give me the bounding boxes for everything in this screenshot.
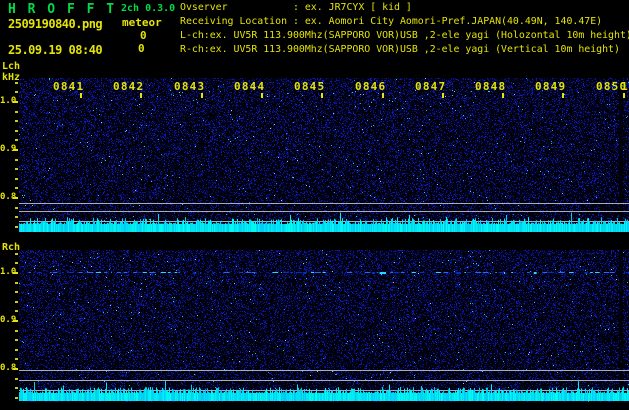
output-filename: 2509190840.png [8,17,102,31]
ytick-minor [15,178,18,180]
rch-rig-line: R-ch:ex. UV5R 113.900Mhz(SAPPORO VOR)USB… [180,44,620,55]
ytick-minor [15,378,18,380]
ytick-minor [15,330,18,332]
time-tick [382,93,384,98]
lch-rig-line: L-ch:ex. UV5R 113.900Mhz(SAPPORO VOR)USB… [180,30,629,41]
mode-label: meteor [122,16,162,29]
time-label: 0849 [535,80,566,93]
ytick-minor [15,397,18,399]
ytick-minor [15,159,18,161]
ytick-minor [15,187,18,189]
time-tick [140,93,142,98]
ytick-major [13,272,18,274]
app-title: H R O F F T [8,2,116,17]
ytick-minor [15,291,18,293]
time-label: 0842 [113,80,144,93]
app-version: 2ch 0.3.0 [121,3,175,14]
hrofft-screen: { "colors": { "background": "#000000", "… [0,0,629,410]
datetime-label: 25.09.19 08:40 [8,43,102,57]
observer-line: Ovserver : ex. JR7CYX [ kid ] [180,2,412,13]
time-label: 0848 [475,80,506,93]
time-tick [442,93,444,98]
ytick-minor [15,168,18,170]
location-line: Receiving Location : ex. Aomori City Aom… [180,16,602,27]
time-tick [321,93,323,98]
ytick-minor [15,262,18,264]
rch-channel-label: Rch [2,242,20,253]
ytick-minor [15,301,18,303]
ytick-minor [15,91,18,93]
time-tick [201,93,203,98]
ytick-minor [15,358,18,360]
ytick-minor [15,310,18,312]
ytick-minor [15,130,18,132]
time-tick [261,93,263,98]
rch-spectrogram [19,250,629,402]
meteor-count-rch: 0 [138,42,145,55]
time-label-partial: 10 [621,80,629,93]
time-label: 0847 [415,80,446,93]
ytick-minor [15,216,18,218]
ytick-minor [15,253,18,255]
time-tick [502,93,504,98]
time-label: 0844 [234,80,265,93]
meteor-count-lch: 0 [140,29,147,42]
ytick-major [13,149,18,151]
ytick-major [13,101,18,103]
ytick-minor [15,226,18,228]
ytick-minor [15,387,18,389]
ytick-major [13,197,18,199]
ytick-minor [15,111,18,113]
time-label: 0846 [355,80,386,93]
time-label: 0843 [174,80,205,93]
time-label: 0841 [53,80,84,93]
ytick-minor [15,339,18,341]
ytick-major [13,320,18,322]
time-label: 0845 [294,80,325,93]
ytick-minor [15,282,18,284]
ytick-minor [15,349,18,351]
ytick-minor [15,120,18,122]
time-tick [623,93,625,98]
lch-spectrogram [19,78,629,232]
time-tick [80,93,82,98]
ytick-major [13,368,18,370]
time-tick [562,93,564,98]
ytick-minor [15,207,18,209]
lch-channel-label: Lch [2,61,20,72]
ytick-minor [15,139,18,141]
ytick-minor [15,82,18,84]
